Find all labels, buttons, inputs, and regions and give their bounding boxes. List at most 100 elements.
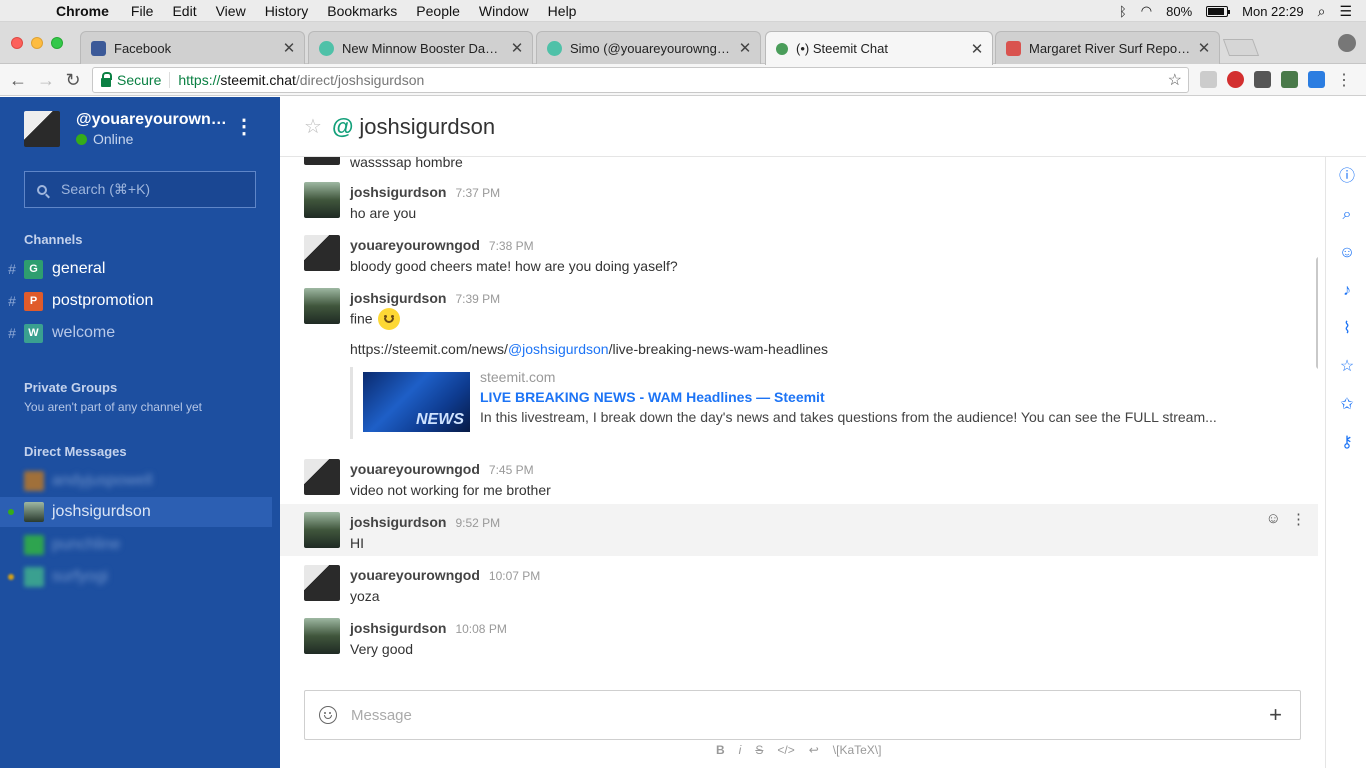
message-item[interactable]: youareyourowngod 7:45 PM video not workin… [280, 451, 1318, 503]
extension-icon[interactable] [1227, 71, 1244, 88]
notification-center-icon[interactable]: ☰ [1339, 3, 1352, 20]
tab-simo[interactable]: Simo (@youareyourowngod) — ✕ [536, 31, 761, 64]
chrome-menu-icon[interactable]: ⋮ [1336, 70, 1352, 90]
tab-minnow-booster[interactable]: New Minnow Booster Day Rule ✕ [308, 31, 533, 64]
menu-bookmarks[interactable]: Bookmarks [327, 3, 397, 19]
address-bar[interactable]: Secure https:// steemit.chat /direct/jos… [92, 67, 1189, 93]
emoji-picker-icon[interactable] [319, 706, 337, 724]
message-item[interactable]: joshsigurdson 7:37 PM ho are you [280, 175, 1318, 227]
clock[interactable]: Mon 22:29 [1242, 4, 1303, 19]
message-author[interactable]: youareyourowngod 10:07 PM [350, 567, 540, 583]
message-author[interactable]: youareyourowngod 7:38 PM [350, 237, 534, 253]
tab-margaret-river[interactable]: Margaret River Surf Report, Su ✕ [995, 31, 1220, 64]
menu-edit[interactable]: Edit [172, 3, 196, 19]
avatar[interactable] [304, 565, 340, 601]
bell-icon[interactable]: ♪ [1338, 282, 1356, 300]
back-arrow-icon[interactable]: ← [7, 69, 29, 91]
italic-button[interactable]: i [739, 743, 742, 757]
secure-label[interactable]: Secure [117, 72, 171, 88]
avatar[interactable] [24, 111, 60, 147]
sidebar-item-dm[interactable]: punchline [0, 530, 272, 560]
katex-button[interactable]: \[KaTeX\] [833, 743, 882, 757]
user-header[interactable]: @youareyourowngod Online ⋮ [24, 111, 264, 149]
direct-messages-title[interactable]: Direct Messages [24, 444, 127, 459]
menu-window[interactable]: Window [479, 3, 529, 19]
username[interactable]: @youareyourowngod [76, 111, 228, 129]
apple-icon[interactable] [20, 3, 36, 19]
reload-icon[interactable]: ↻ [62, 69, 84, 91]
sidebar-item-dm[interactable]: andyjuspowell [0, 466, 272, 496]
avatar[interactable] [304, 459, 340, 495]
lock-icon[interactable] [101, 71, 112, 87]
search-input[interactable]: Search (⌘+K) [24, 171, 256, 208]
message-author[interactable]: joshsigurdson 9:52 PM [350, 514, 500, 530]
avatar[interactable] [304, 512, 340, 548]
close-icon[interactable]: ✕ [738, 39, 752, 57]
scrollbar[interactable] [1316, 257, 1318, 369]
tab-steemit-chat[interactable]: (•) Steemit Chat ✕ [765, 31, 993, 65]
preview-title[interactable]: LIVE BREAKING NEWS - WAM Headlines — Ste… [480, 389, 825, 405]
message-author[interactable]: joshsigurdson 10:08 PM [350, 620, 507, 636]
extension-icon[interactable] [1281, 71, 1298, 88]
avatar[interactable] [304, 618, 340, 654]
menu-people[interactable]: People [416, 3, 460, 19]
sidebar-item-postpromotion[interactable]: # P postpromotion [0, 286, 280, 316]
user-icon[interactable]: ☺ [1338, 244, 1356, 262]
message-input[interactable] [351, 706, 1270, 724]
bluetooth-icon[interactable]: ᛒ [1119, 4, 1127, 19]
info-icon[interactable]: ⓘ [1338, 168, 1356, 186]
sidebar-item-general[interactable]: # G general [0, 254, 280, 284]
close-icon[interactable]: ✕ [1197, 39, 1211, 57]
bold-button[interactable]: B [716, 743, 725, 757]
window-close-button[interactable] [11, 37, 23, 49]
menu-app[interactable]: Chrome [56, 3, 109, 19]
extension-icon[interactable] [1254, 71, 1271, 88]
user-menu-icon[interactable]: ⋮ [234, 117, 254, 137]
message-link[interactable]: https://steemit.com/news/@joshsigurdson/… [350, 341, 828, 357]
message-item[interactable]: youareyourowngod 10:07 PM yoza [280, 557, 1318, 609]
avatar[interactable] [304, 182, 340, 218]
forward-arrow-icon[interactable]: → [35, 69, 57, 91]
add-reaction-icon[interactable]: ☺ [1266, 510, 1281, 528]
avatar[interactable] [304, 288, 340, 324]
key-icon[interactable]: ⚷ [1338, 434, 1356, 452]
message-menu-icon[interactable]: ⋮ [1291, 510, 1306, 528]
private-groups-title[interactable]: Private Groups [24, 380, 117, 395]
sidebar-item-welcome[interactable]: # W welcome [0, 318, 280, 348]
menu-file[interactable]: File [131, 3, 154, 19]
pin-icon[interactable]: ✩ [1338, 396, 1356, 414]
favorite-star-icon[interactable]: ☆ [304, 114, 322, 139]
message-item[interactable]: youareyourowngod 7:38 PM bloody good chee… [280, 228, 1318, 280]
message-item[interactable]: wassssap hombre [280, 157, 1318, 173]
new-tab-button[interactable] [1222, 39, 1260, 56]
star-icon[interactable]: ☆ [1338, 358, 1356, 376]
message-author[interactable]: youareyourowngod 7:45 PM [350, 461, 534, 477]
sidebar-item-joshsigurdson[interactable]: joshsigurdson [0, 497, 272, 527]
multiline-button[interactable]: ↩ [809, 743, 819, 757]
close-icon[interactable]: ✕ [282, 39, 296, 57]
avatar[interactable] [304, 157, 340, 165]
sidebar-item-dm[interactable]: surfyogi [0, 562, 272, 592]
avatar[interactable] [304, 235, 340, 271]
profile-icon[interactable] [1338, 34, 1356, 52]
channels-title[interactable]: Channels [24, 232, 83, 247]
tab-facebook[interactable]: Facebook ✕ [80, 31, 305, 64]
close-icon[interactable]: ✕ [970, 40, 984, 58]
user-status[interactable]: Online [76, 131, 133, 147]
menu-history[interactable]: History [265, 3, 309, 19]
window-zoom-button[interactable] [51, 37, 63, 49]
link-preview[interactable]: NEWS steemit.com LIVE BREAKING NEWS - WA… [350, 367, 1290, 439]
menu-help[interactable]: Help [548, 3, 577, 19]
battery-icon[interactable] [1206, 5, 1231, 17]
mention-link[interactable]: @joshsigurdson [508, 341, 609, 357]
close-icon[interactable]: ✕ [510, 39, 524, 57]
paperclip-icon[interactable]: ⌇ [1338, 320, 1356, 338]
message-item[interactable]: joshsigurdson 7:39 PM fine https://steemi… [280, 281, 1318, 451]
preview-image[interactable]: NEWS [363, 372, 470, 432]
add-attachment-button[interactable]: + [1269, 704, 1282, 726]
window-minimize-button[interactable] [31, 37, 43, 49]
extension-icon[interactable] [1200, 71, 1217, 88]
search-icon[interactable]: ⌕ [1338, 206, 1356, 224]
steemit-extension-icon[interactable] [1308, 71, 1325, 88]
message-item[interactable]: joshsigurdson 9:52 PM HI ☺ ⋮ [280, 504, 1318, 556]
